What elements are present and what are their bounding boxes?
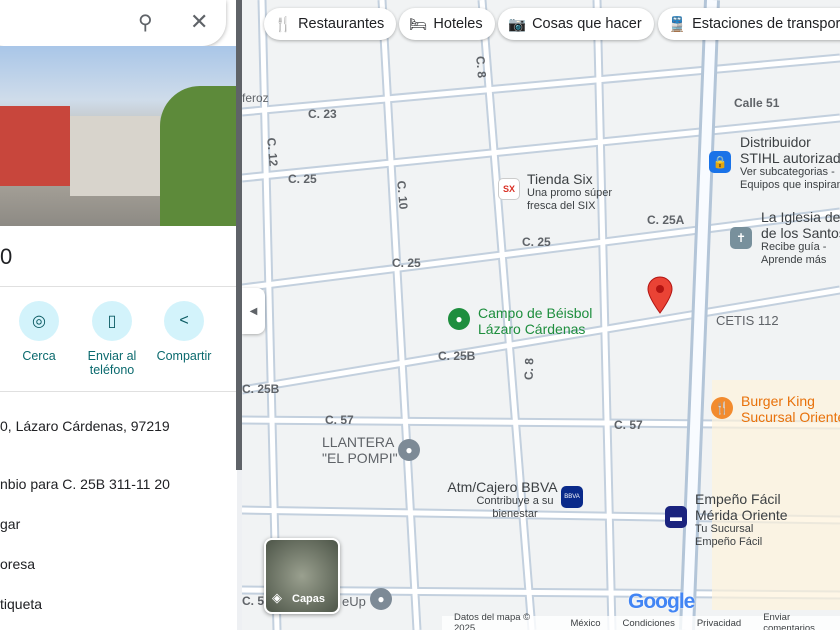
add-label-row[interactable]: tiqueta xyxy=(0,596,42,612)
poi-iglesia[interactable]: La Iglesia de de los Santos Recibe guía -… xyxy=(761,209,840,267)
map-footer: Datos del mapa © 2025 México Condiciones… xyxy=(442,612,840,630)
fork-knife-icon: 🍴 xyxy=(274,16,293,33)
send-to-phone-button[interactable]: ▯ Enviar al teléfono xyxy=(77,301,147,377)
store-icon[interactable]: SX xyxy=(498,178,520,200)
send-to-phone-icon: ▯ xyxy=(92,301,132,341)
street-label: C. 23 xyxy=(308,107,337,121)
plus-code-row[interactable]: nbio para C. 25B 311-11 20 xyxy=(0,476,170,492)
chip-label: Cosas que hacer xyxy=(532,16,642,32)
nearby-button[interactable]: ◎ Cerca xyxy=(4,301,74,363)
chip-label: Hoteles xyxy=(433,16,483,32)
street-label: C. 8 xyxy=(521,357,537,381)
poi-name: Burger King Sucursal Oriente xyxy=(741,393,840,425)
place-pin-icon[interactable]: ● xyxy=(370,588,392,610)
street-label: C. 25B xyxy=(438,349,476,363)
map-data-copyright: Datos del mapa © 2025 xyxy=(454,612,531,630)
chip-transit[interactable]: 🚆 Estaciones de transporte xyxy=(658,8,840,40)
add-place-row[interactable]: gar xyxy=(0,516,20,532)
poi-campo-beisbol[interactable]: Campo de Béisbol Lázaro Cárdenas xyxy=(478,305,608,337)
camera-icon: 📷 xyxy=(508,16,527,33)
poi-eup[interactable]: eUp xyxy=(342,594,366,610)
close-icon[interactable]: ✕ xyxy=(190,9,208,35)
street-label: C. 25 xyxy=(392,256,421,270)
search-icon[interactable]: ⚲ xyxy=(138,10,153,35)
poi-label-cetis[interactable]: CETIS 112 xyxy=(716,313,779,328)
train-icon: 🚆 xyxy=(668,16,687,33)
chip-label: Estaciones de transporte xyxy=(692,16,840,32)
street-label: C. 12 xyxy=(264,137,281,167)
send-feedback-link[interactable]: Enviar comentarios xyxy=(763,612,840,630)
divider xyxy=(0,391,237,392)
church-cross-icon[interactable]: ✝ xyxy=(730,227,752,249)
selected-location-pin-icon[interactable] xyxy=(646,276,674,314)
restaurant-icon[interactable]: 🍴 xyxy=(711,397,733,419)
poi-subtitle: Contribuye a su bienestar xyxy=(476,495,554,520)
region-link[interactable]: México xyxy=(570,618,600,629)
poi-name: Campo de Béisbol Lázaro Cárdenas xyxy=(478,305,593,337)
poi-subtitle: Una promo súper fresca del SIX xyxy=(527,187,612,212)
street-label: C. 57 xyxy=(614,418,643,432)
street-label: C. 25 xyxy=(288,172,317,186)
poi-stihl[interactable]: Distribuidor STIHL autorizado Ver subcate… xyxy=(740,134,840,192)
poi-name: La Iglesia de de los Santos xyxy=(761,209,840,241)
park-icon[interactable]: ● xyxy=(448,308,470,330)
poi-empeno-facil[interactable]: Empeño Fácil Mérida Oriente Tu Sucursal E… xyxy=(695,491,805,549)
map-canvas[interactable]: ◀ 🍴 Restaurantes 🛏 Hoteles 📷 Cosas que hace… xyxy=(242,0,840,630)
chip-hotels[interactable]: 🛏 Hoteles xyxy=(399,8,495,40)
bank-icon[interactable]: BBVA xyxy=(561,486,583,508)
place-photo[interactable] xyxy=(0,46,237,226)
poi-burger-king[interactable]: Burger King Sucursal Oriente xyxy=(741,393,840,425)
bed-icon: 🛏 xyxy=(409,16,428,33)
address-row[interactable]: 0, Lázaro Cárdenas, 97219 xyxy=(0,418,170,434)
nearby-label: Cerca xyxy=(22,349,56,363)
poi-subtitle: Tu Sucursal Empeño Fácil xyxy=(695,523,763,548)
poi-subtitle: Recibe guía - Aprende más xyxy=(761,241,827,266)
chip-label: Restaurantes xyxy=(298,16,385,32)
poi-name: Atm/Cajero BBVA xyxy=(447,479,558,495)
street-label: C. 25 xyxy=(522,235,551,249)
place-title: 0 xyxy=(0,244,13,269)
poi-name: eUp xyxy=(342,594,366,609)
chip-restaurants[interactable]: 🍴 Restaurantes xyxy=(264,8,397,40)
street-label: C. 10 xyxy=(394,180,411,210)
share-icon: < xyxy=(164,301,204,341)
layers-button[interactable]: ◈ Capas xyxy=(264,538,340,614)
poi-name: Empeño Fácil Mérida Oriente xyxy=(695,491,788,523)
street-label: C. 8 xyxy=(473,55,489,79)
poi-tienda-six[interactable]: Tienda Six Una promo súper fresca del SIX xyxy=(527,171,622,213)
divider xyxy=(0,286,237,287)
search-box[interactable]: ⚲ ✕ xyxy=(0,0,226,46)
share-label: Compartir xyxy=(156,349,212,363)
layers-label: Capas xyxy=(292,593,326,605)
place-panel: ⚲ ✕ 0 ◎ Cerca ▯ Enviar al teléfono < Compar… xyxy=(0,0,237,630)
poi-name: LLANTERA "EL POMPI" xyxy=(322,434,398,466)
poi-bbva[interactable]: Atm/Cajero BBVA Contribuye a su bienestar xyxy=(445,479,560,521)
chip-things-to-do[interactable]: 📷 Cosas que hacer xyxy=(498,8,654,40)
street-label: C. 57 xyxy=(325,413,354,427)
street-label: C. 25B xyxy=(242,382,280,396)
terms-link[interactable]: Condiciones xyxy=(623,618,675,629)
street-label: Calle 51 xyxy=(734,96,780,110)
street-label: C. 25A xyxy=(647,213,685,227)
send-to-phone-label: Enviar al teléfono xyxy=(87,349,137,377)
poi-name: Distribuidor STIHL autorizado xyxy=(740,134,840,166)
poi-subtitle: Ver subcategorias - Equipos que inspiran xyxy=(740,166,840,191)
pawn-shop-icon[interactable]: ▬ xyxy=(665,506,687,528)
poi-name: Tienda Six xyxy=(527,171,593,187)
privacy-link[interactable]: Privacidad xyxy=(697,618,741,629)
share-button[interactable]: < Compartir xyxy=(149,301,219,363)
poi-llantera[interactable]: LLANTERA "EL POMPI" xyxy=(322,434,402,466)
google-logo: Google xyxy=(628,590,695,613)
layers-icon: ◈ xyxy=(272,590,282,605)
street-label: feroz xyxy=(242,91,269,105)
collapse-panel-button[interactable]: ◀ xyxy=(242,288,265,334)
shopping-bag-icon[interactable]: 🔒 xyxy=(709,151,731,173)
nearby-icon: ◎ xyxy=(19,301,59,341)
add-business-row[interactable]: oresa xyxy=(0,556,35,572)
